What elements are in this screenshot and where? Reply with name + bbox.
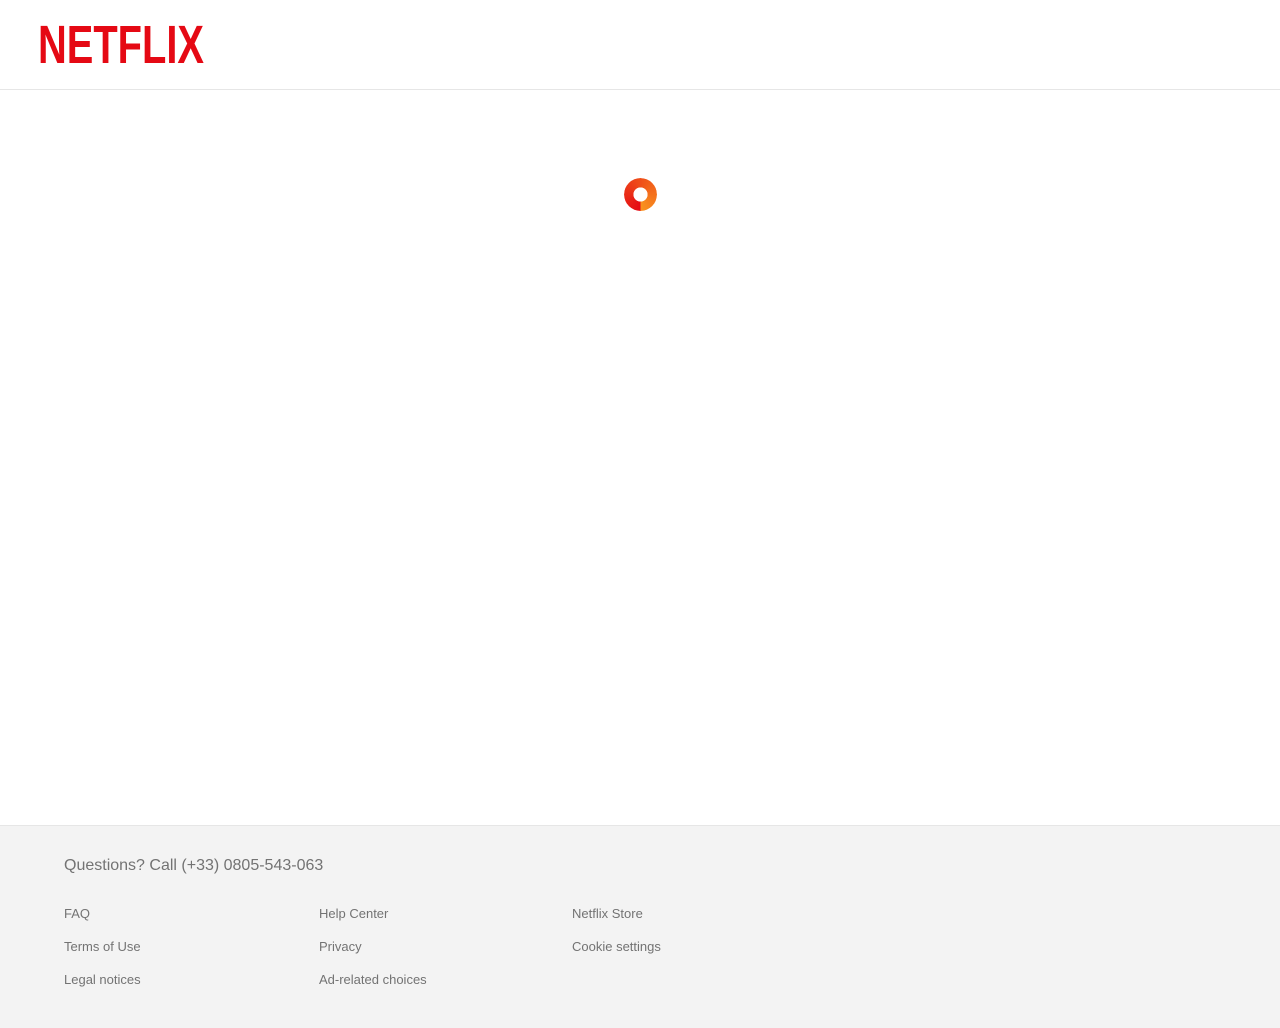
footer-link-ad-related-choices[interactable]: Ad-related choices	[319, 971, 427, 988]
loading-spinner-icon	[623, 178, 657, 211]
footer-link-legal-notices[interactable]: Legal notices	[64, 971, 141, 988]
page: NETFLIX Questions? Call (+33) 0805-543-0…	[0, 0, 1280, 1028]
footer-links-grid: FAQ Terms of Use Legal notices Help Cent…	[64, 905, 1216, 988]
footer-link-help-center[interactable]: Help Center	[319, 905, 388, 922]
header: NETFLIX	[0, 0, 1280, 90]
footer-link-cookie-settings[interactable]: Cookie settings	[572, 938, 661, 955]
footer-link-terms-of-use[interactable]: Terms of Use	[64, 938, 141, 955]
netflix-logo-icon: NETFLIX	[38, 15, 204, 75]
footer-link-privacy[interactable]: Privacy	[319, 938, 362, 955]
footer-questions-phone-link[interactable]: Questions? Call (+33) 0805-543-063	[64, 857, 323, 874]
main-content	[0, 90, 1280, 825]
footer-link-faq[interactable]: FAQ	[64, 905, 90, 922]
footer: Questions? Call (+33) 0805-543-063 FAQ T…	[0, 825, 1280, 1028]
footer-link-netflix-store[interactable]: Netflix Store	[572, 905, 643, 922]
netflix-logo-text: NETFLIX	[38, 18, 204, 72]
netflix-logo[interactable]: NETFLIX	[38, 15, 206, 75]
